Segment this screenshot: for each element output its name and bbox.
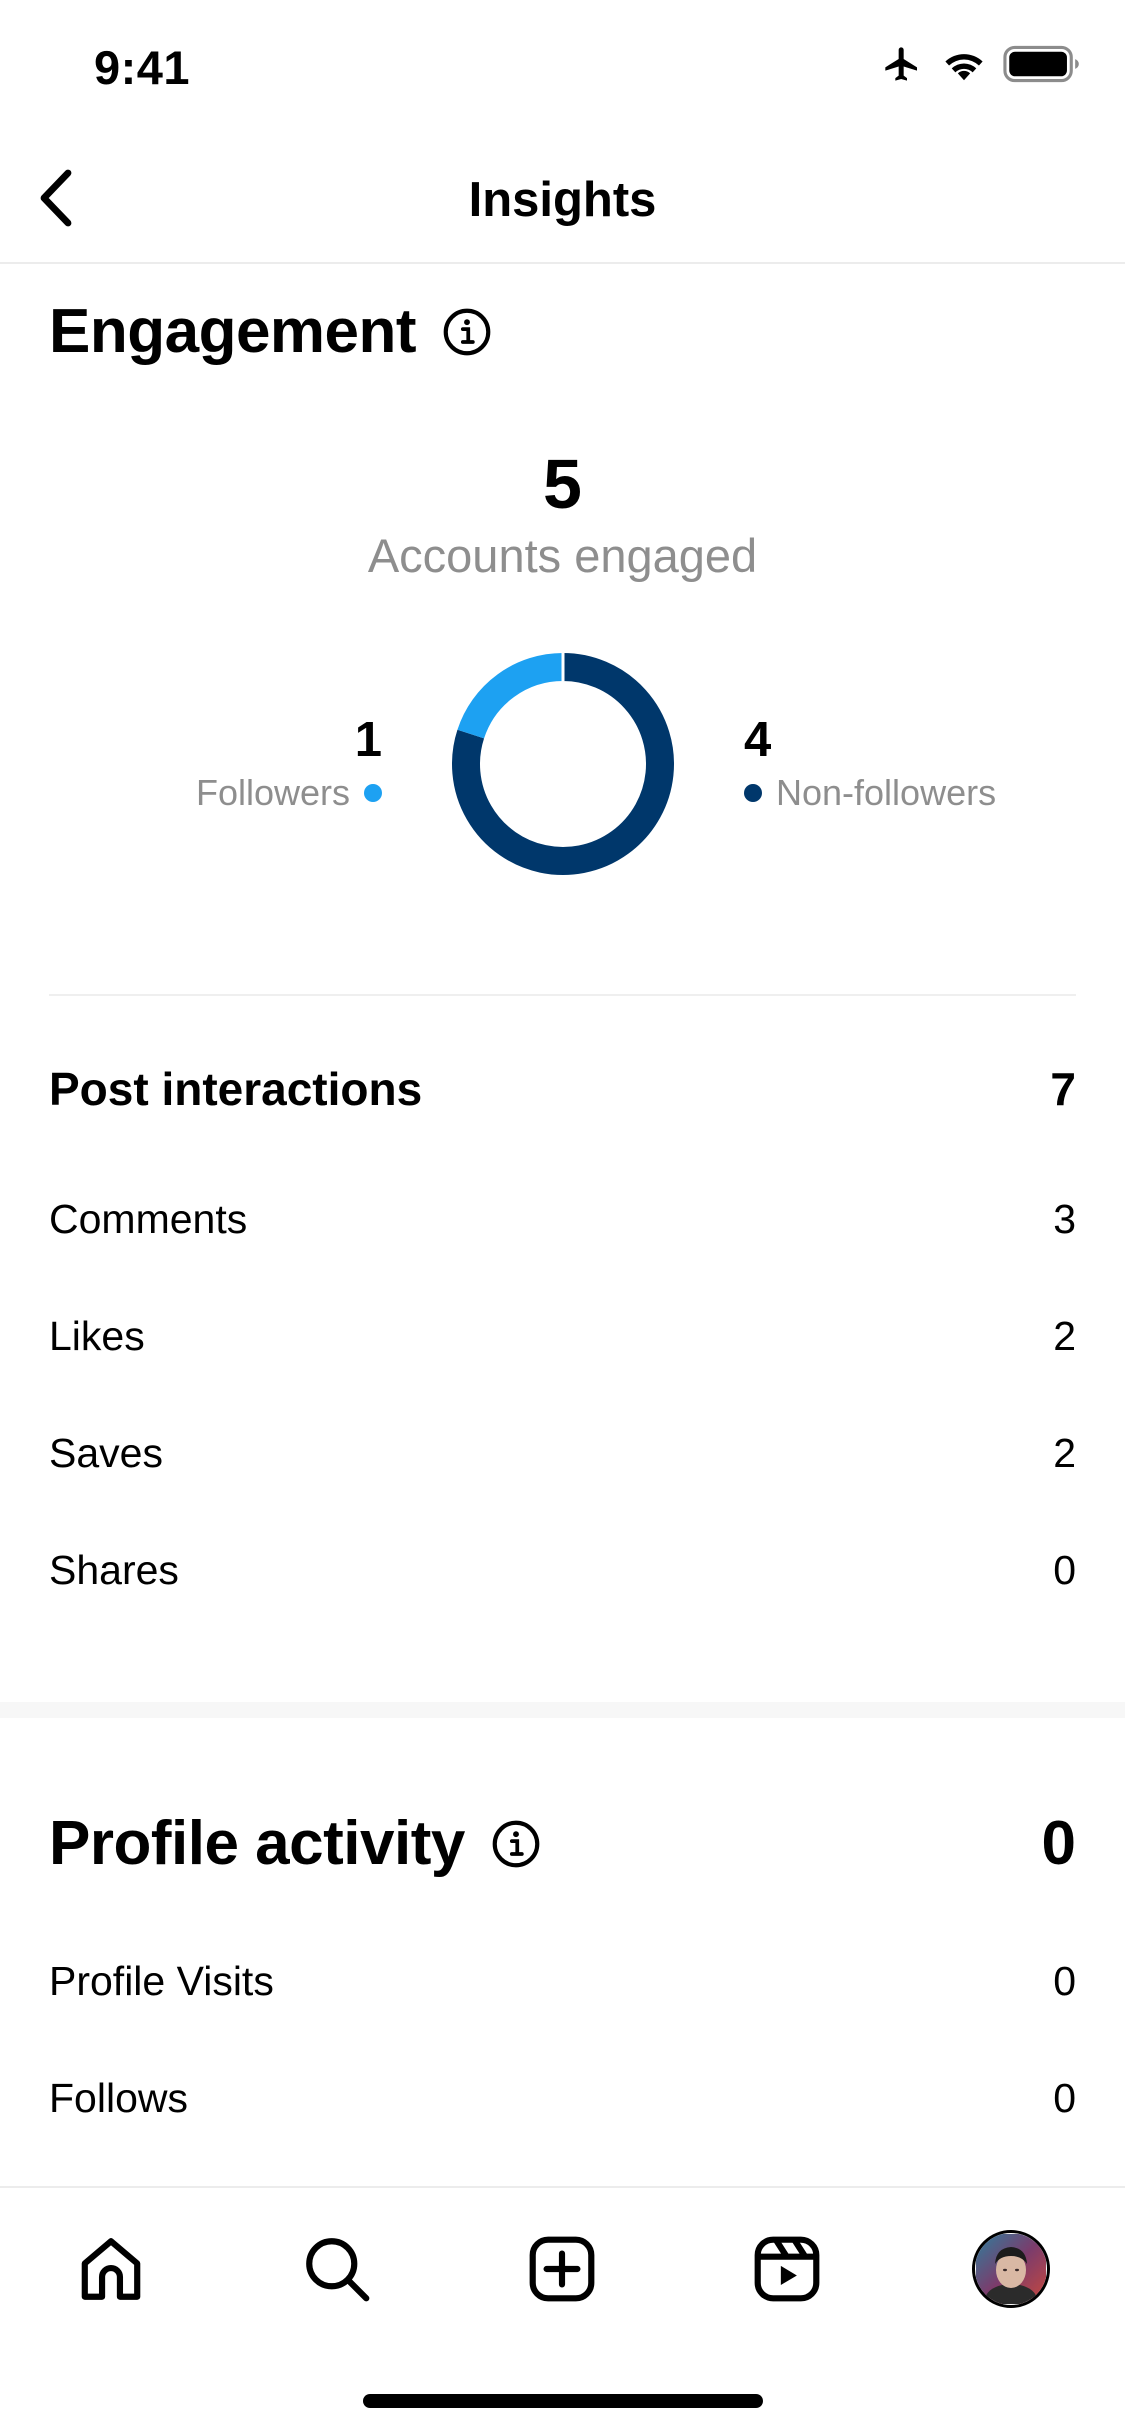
metric-label: Shares <box>49 1547 179 1593</box>
metric-row-follows: Follows 0 <box>49 2075 1076 2122</box>
profile-activity-title: Profile activity <box>49 1809 465 1878</box>
status-time: 9:41 <box>94 41 191 94</box>
metric-value: 2 <box>1053 1430 1076 1476</box>
tab-create[interactable] <box>517 2224 607 2314</box>
followers-count: 1 <box>354 713 382 767</box>
tab-reels[interactable] <box>742 2224 832 2314</box>
metric-label: Likes <box>49 1313 145 1359</box>
non-followers-count: 4 <box>744 713 772 767</box>
search-icon <box>306 2238 370 2302</box>
info-icon[interactable] <box>491 1819 541 1869</box>
profile-activity-total: 0 <box>1041 1809 1076 1878</box>
non-followers-dot <box>744 784 762 802</box>
page-title: Insights <box>468 173 657 227</box>
metric-value: 0 <box>1053 1958 1076 2004</box>
metric-value: 0 <box>1053 2075 1076 2121</box>
avatar <box>972 2230 1050 2308</box>
accounts-engaged-caption: Accounts engaged <box>367 529 758 582</box>
metric-label: Profile Visits <box>49 1958 274 2004</box>
followers-stat: 1 Followers <box>190 712 382 814</box>
followers-dot <box>364 784 382 802</box>
engagement-donut-chart <box>451 652 675 876</box>
section-separator <box>0 1702 1125 1718</box>
metric-value: 2 <box>1053 1313 1076 1359</box>
profile-activity-row[interactable]: Profile activity 0 <box>49 1808 1076 1879</box>
home-icon <box>81 2238 141 2300</box>
tab-search[interactable] <box>292 2224 382 2314</box>
create-icon <box>529 2236 595 2302</box>
metric-label: Comments <box>49 1196 248 1242</box>
status-bar: 9:41 <box>0 0 1125 132</box>
battery-icon <box>1003 45 1081 88</box>
post-interactions-label: Post interactions <box>49 1063 423 1115</box>
profile-activity-heading: Profile activity <box>49 1808 541 1879</box>
metric-label: Follows <box>49 2075 188 2121</box>
non-followers-legend: Non-followers <box>744 772 1044 814</box>
followers-legend: Followers <box>190 772 382 814</box>
tab-home[interactable] <box>66 2224 156 2314</box>
non-followers-stat: 4 Non-followers <box>744 712 1044 814</box>
metric-label: Saves <box>49 1430 163 1476</box>
post-interactions-total: 7 <box>1050 1063 1076 1115</box>
metric-row-shares: Shares 0 <box>49 1547 1076 1594</box>
profile-avatar-image <box>976 2234 1046 2304</box>
engagement-heading: Engagement <box>49 296 492 367</box>
status-icons <box>879 44 1081 89</box>
navigation-bar: Insights <box>0 132 1125 264</box>
non-followers-label: Non-followers <box>776 772 997 813</box>
metric-row-profile-visits: Profile Visits 0 <box>49 1958 1076 2005</box>
engagement-title: Engagement <box>49 297 417 366</box>
metric-row-comments: Comments 3 <box>49 1196 1076 1243</box>
reels-icon <box>754 2236 820 2302</box>
section-divider <box>49 994 1076 996</box>
metric-row-saves: Saves 2 <box>49 1430 1076 1477</box>
airplane-mode-icon <box>879 44 925 89</box>
metric-value: 3 <box>1053 1196 1076 1242</box>
followers-label: Followers <box>195 772 350 813</box>
tab-profile[interactable] <box>966 2224 1056 2314</box>
insights-screen: 9:41 Insights Engagement 5 Accounts enga… <box>0 0 1125 2436</box>
home-indicator <box>363 2394 763 2408</box>
info-icon[interactable] <box>442 307 492 357</box>
donut-slice-followers <box>457 653 564 739</box>
metric-value: 0 <box>1053 1547 1076 1593</box>
donut-svg <box>452 653 674 875</box>
accounts-engaged-count: 5 <box>543 445 582 523</box>
post-interactions-row[interactable]: Post interactions 7 <box>49 1062 1076 1116</box>
metric-row-likes: Likes 2 <box>49 1313 1076 1360</box>
wifi-icon <box>941 46 987 87</box>
